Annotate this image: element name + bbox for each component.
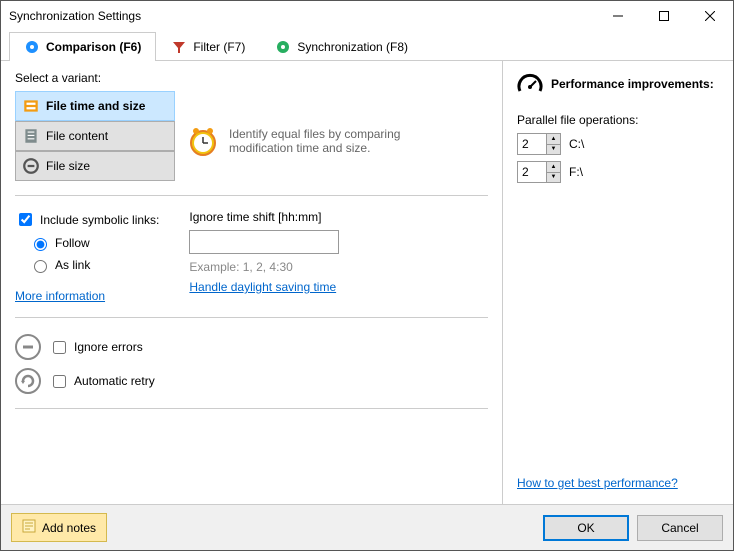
funnel-red-icon (171, 39, 187, 55)
auto-retry-checkbox[interactable]: Automatic retry (49, 372, 155, 391)
handle-dst-link[interactable]: Handle daylight saving time (189, 280, 339, 294)
more-information-link[interactable]: More information (15, 289, 159, 303)
time-shift-example: Example: 1, 2, 4:30 (189, 260, 339, 274)
follow-radio[interactable]: Follow (29, 235, 159, 251)
ignore-errors-icon (15, 334, 41, 360)
parallel-ops-label: Parallel file operations: (517, 113, 719, 127)
variant-description: Identify equal files by comparing modifi… (229, 127, 429, 155)
spinner-up[interactable]: ▲ (547, 162, 560, 173)
checkbox-label: Include symbolic links: (40, 213, 159, 227)
drive-label: C:\ (569, 137, 584, 151)
as-link-radio[interactable]: As link (29, 257, 159, 273)
variant-size-button[interactable]: File size (15, 151, 175, 181)
minimize-button[interactable] (595, 1, 641, 31)
content-icon (22, 127, 40, 145)
tab-label: Synchronization (F8) (297, 40, 408, 54)
select-variant-label: Select a variant: (15, 71, 488, 85)
clock-icon (187, 125, 219, 157)
tab-filter[interactable]: Filter (F7) (156, 32, 260, 61)
close-button[interactable] (687, 1, 733, 31)
spinner-value[interactable] (518, 134, 546, 154)
tab-label: Filter (F7) (193, 40, 245, 54)
title-bar: Synchronization Settings (1, 1, 733, 31)
spinner-up[interactable]: ▲ (547, 134, 560, 145)
spinner-down[interactable]: ▼ (547, 173, 560, 183)
spinner-value[interactable] (518, 162, 546, 182)
ignore-time-shift-label: Ignore time shift [hh:mm] (189, 210, 339, 224)
best-performance-link[interactable]: How to get best performance? (517, 476, 719, 490)
radio-label: As link (55, 258, 90, 272)
cancel-button[interactable]: Cancel (637, 515, 723, 541)
ignore-errors-checkbox[interactable]: Ignore errors (49, 338, 143, 357)
notes-icon (22, 519, 36, 536)
retry-icon (15, 368, 41, 394)
tab-synchronization[interactable]: Synchronization (F8) (260, 32, 423, 61)
variant-content-button[interactable]: File content (15, 121, 175, 151)
tab-label: Comparison (F6) (46, 40, 141, 54)
variant-label: File content (46, 129, 108, 143)
gear-blue-icon (24, 39, 40, 55)
variant-label: File size (46, 159, 90, 173)
window-title: Synchronization Settings (9, 9, 595, 23)
time-shift-input[interactable] (189, 230, 339, 254)
checkbox-label: Ignore errors (74, 340, 143, 354)
speedometer-icon (517, 71, 543, 97)
drive-label: F:\ (569, 165, 583, 179)
spinner-down[interactable]: ▼ (547, 145, 560, 155)
tab-strip: Comparison (F6) Filter (F7) Synchronizat… (1, 31, 733, 61)
add-notes-button[interactable]: Add notes (11, 513, 107, 542)
radio-label: Follow (55, 236, 90, 250)
ok-button[interactable]: OK (543, 515, 629, 541)
size-icon (22, 157, 40, 175)
parallel-ops-spinner-0[interactable]: ▲▼ (517, 133, 561, 155)
variant-time-size-button[interactable]: File time and size (15, 91, 175, 121)
include-symlinks-checkbox[interactable]: Include symbolic links: (15, 210, 159, 229)
time-size-icon (22, 97, 40, 115)
maximize-button[interactable] (641, 1, 687, 31)
gear-green-icon (275, 39, 291, 55)
variant-label: File time and size (46, 99, 145, 113)
tab-comparison[interactable]: Comparison (F6) (9, 32, 156, 61)
performance-title: Performance improvements: (551, 77, 714, 91)
checkbox-label: Automatic retry (74, 374, 155, 388)
button-label: Add notes (42, 521, 96, 535)
parallel-ops-spinner-1[interactable]: ▲▼ (517, 161, 561, 183)
